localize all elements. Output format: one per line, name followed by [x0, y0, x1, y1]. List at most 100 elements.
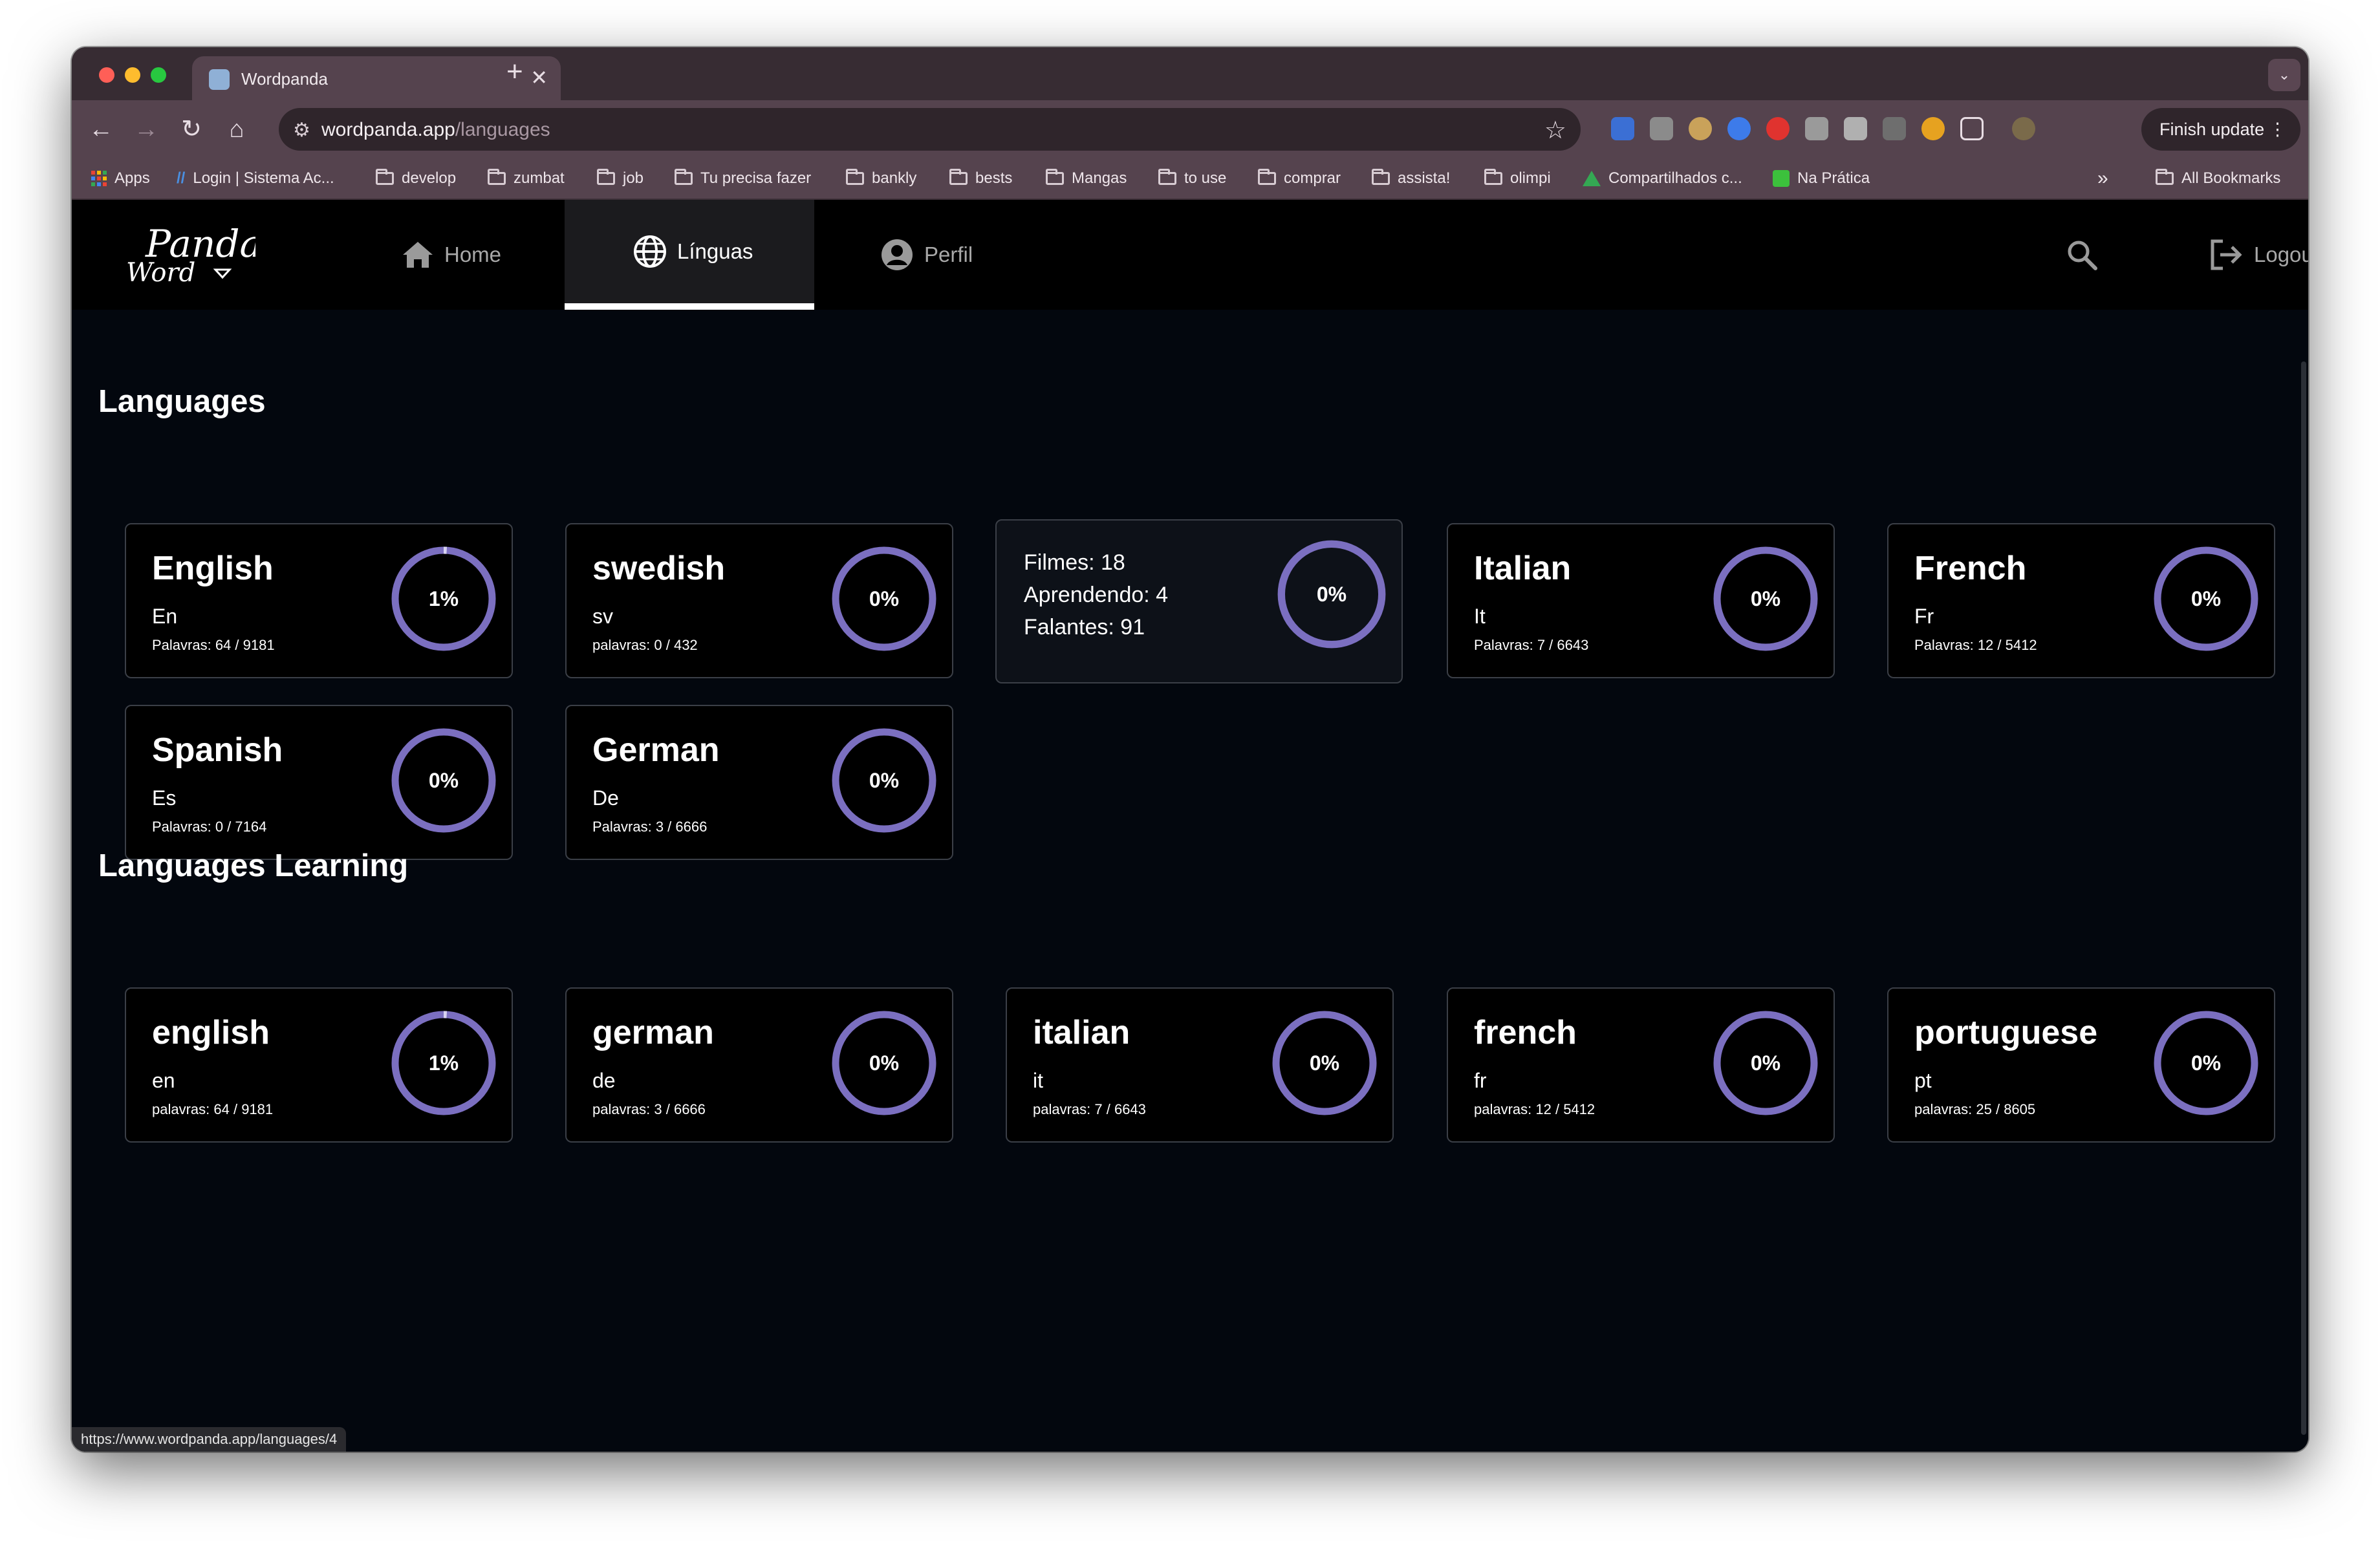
finish-update-button[interactable]: Finish update ⋮: [2141, 108, 2300, 151]
home-icon[interactable]: ⌂: [221, 113, 253, 145]
address-bar[interactable]: ⚙ wordpanda.app/languages ☆: [279, 108, 1581, 151]
nav-languages[interactable]: Línguas: [565, 200, 814, 310]
wordpanda-favicon-icon: [209, 69, 230, 90]
learning-section-title: Languages Learning: [98, 848, 409, 883]
language-words-count: palavras: 0 / 432: [592, 637, 698, 653]
user-circle-icon: [882, 239, 913, 270]
bookmark-compartilhados[interactable]: Compartilhados c...: [1583, 168, 1742, 189]
profile-avatar-icon[interactable]: [2012, 117, 2035, 140]
wordpanda-logo-icon: Panda Word: [126, 222, 262, 288]
folder-icon: [1258, 169, 1276, 185]
na-pratica-icon: [1773, 170, 1790, 187]
language-card-german[interactable]: German De Palavras: 3 / 6666 0%: [565, 705, 953, 860]
page-scrollbar[interactable]: [2299, 310, 2308, 1452]
bookmark-tu-precisa-fazer[interactable]: Tu precisa fazer: [675, 168, 811, 189]
learning-card-french[interactable]: french fr palavras: 12 / 5412 0%: [1447, 987, 1835, 1143]
learning-card-german[interactable]: german de palavras: 3 / 6666 0%: [565, 987, 953, 1143]
bookmark-develop[interactable]: develop: [376, 168, 456, 189]
progress-percent: 0%: [428, 768, 459, 792]
stat-speakers: Falantes: 91: [1024, 615, 1145, 640]
bookmark-mangas[interactable]: Mangas: [1046, 168, 1127, 189]
signal-extension-icon[interactable]: [1650, 117, 1673, 140]
learning-card-english[interactable]: english en palavras: 64 / 9181 1%: [125, 987, 513, 1143]
language-words-count: palavras: 12 / 5412: [1474, 1101, 1596, 1117]
language-card-french[interactable]: French Fr Palavras: 12 / 5412 0%: [1887, 523, 2275, 678]
bookmark-comprar[interactable]: comprar: [1258, 168, 1341, 189]
language-code: pt: [1914, 1069, 1932, 1092]
close-window-button[interactable]: [99, 67, 114, 83]
language-name: English: [152, 550, 274, 587]
nav-profile[interactable]: Perfil: [880, 200, 973, 310]
progress-percent: 0%: [1750, 1051, 1781, 1075]
audio-extension-icon[interactable]: [1727, 117, 1751, 140]
language-words-count: palavras: 25 / 8605: [1914, 1101, 2036, 1117]
bookmarks-bar: Apps //Login | Sistema Ac... develop zum…: [72, 158, 2308, 200]
language-card-english[interactable]: English En Palavras: 64 / 9181 1%: [125, 523, 513, 678]
language-card-hovered[interactable]: Filmes: 18 Aprendendo: 4 Falantes: 91 0%: [995, 519, 1403, 683]
owl-extension-icon[interactable]: [1689, 117, 1712, 140]
bookmark-bests[interactable]: bests: [949, 168, 1012, 189]
language-code: Fr: [1914, 605, 1934, 628]
zoom-window-button[interactable]: [151, 67, 166, 83]
extensions-puzzle-icon[interactable]: [1960, 117, 1984, 140]
new-tab-button[interactable]: +: [506, 58, 523, 86]
learning-card-italian[interactable]: italian it palavras: 7 / 6643 0%: [1006, 987, 1394, 1143]
tab-wordpanda[interactable]: Wordpanda ✕: [192, 56, 561, 100]
tab-search-button[interactable]: ⌄: [2268, 59, 2300, 91]
bookmark-login[interactable]: //Login | Sistema Ac...: [177, 168, 334, 189]
language-card-italian[interactable]: Italian It Palavras: 7 / 6643 0%: [1447, 523, 1835, 678]
bookmark-olimpi[interactable]: olimpi: [1484, 168, 1551, 189]
progress-percent: 0%: [869, 1051, 900, 1075]
logout-button[interactable]: Logout: [2209, 200, 2308, 310]
search-button[interactable]: [2066, 200, 2108, 310]
language-code: Es: [152, 786, 177, 810]
back-arrow-icon[interactable]: ←: [85, 113, 117, 145]
browser-toolbar: ← → ↻ ⌂ ⚙ wordpanda.app/languages ☆ Fini…: [72, 100, 2308, 158]
minimize-window-button[interactable]: [125, 67, 140, 83]
logout-icon: [2211, 239, 2242, 270]
all-bookmarks[interactable]: All Bookmarks: [2156, 168, 2280, 189]
languages-page: Languages English En Palavras: 64 / 9181…: [72, 310, 2308, 1452]
more-menu-icon: ⋮: [2269, 120, 2286, 139]
folder-icon: [1484, 169, 1502, 185]
bookmark-assista[interactable]: assista!: [1372, 168, 1450, 189]
bookmark-na-pratica[interactable]: Na Prática: [1773, 168, 1870, 189]
bookmark-to-use[interactable]: to use: [1158, 168, 1226, 189]
language-code: De: [592, 786, 619, 810]
progress-percent: 1%: [428, 1051, 459, 1075]
folder-icon: [2156, 169, 2174, 185]
info-extension-icon[interactable]: [1883, 117, 1906, 140]
scrollbar-thumb[interactable]: [2301, 361, 2306, 1435]
learning-card-portuguese[interactable]: portuguese pt palavras: 25 / 8605 0%: [1887, 987, 2275, 1143]
language-words-count: palavras: 7 / 6643: [1033, 1101, 1146, 1117]
bookmark-bankly[interactable]: bankly: [846, 168, 916, 189]
site-info-icon[interactable]: ⚙: [293, 119, 310, 142]
folder-icon: [846, 169, 864, 185]
wordpanda-logo[interactable]: Panda Word: [126, 222, 262, 288]
m-extension-icon[interactable]: [1805, 117, 1828, 140]
record-extension-icon[interactable]: [1766, 117, 1790, 140]
language-words-count: Palavras: 0 / 7164: [152, 819, 267, 835]
forward-arrow-icon[interactable]: →: [130, 113, 162, 145]
color-extension-icon[interactable]: [1921, 117, 1945, 140]
url-text[interactable]: wordpanda.app/languages: [321, 119, 550, 141]
bookmark-zumbat[interactable]: zumbat: [488, 168, 565, 189]
language-words-count: palavras: 3 / 6666: [592, 1101, 706, 1117]
progress-percent: 0%: [1750, 586, 1781, 610]
nav-home[interactable]: Home: [402, 200, 501, 310]
language-words-count: Palavras: 12 / 5412: [1914, 637, 2037, 653]
bolt-extension-icon[interactable]: [1844, 117, 1867, 140]
language-stats: Filmes: 18 Aprendendo: 4 Falantes: 91: [1024, 546, 1168, 643]
close-tab-icon[interactable]: ✕: [530, 65, 548, 90]
nav-languages-label: Línguas: [677, 239, 753, 263]
bookmark-star-icon[interactable]: ☆: [1544, 116, 1566, 145]
bookmark-apps[interactable]: Apps: [91, 168, 150, 189]
language-card-swedish[interactable]: swedish sv palavras: 0 / 432 0%: [565, 523, 953, 678]
translate-extension-icon[interactable]: [1611, 117, 1634, 140]
reload-icon[interactable]: ↻: [175, 113, 208, 145]
tab-strip: Wordpanda ✕ + ⌄: [72, 47, 2308, 100]
bookmarks-overflow-button[interactable]: »: [2097, 167, 2108, 189]
language-words-count: Palavras: 3 / 6666: [592, 819, 708, 835]
bookmark-job[interactable]: job: [597, 168, 644, 189]
language-card-spanish[interactable]: Spanish Es Palavras: 0 / 7164 0%: [125, 705, 513, 860]
